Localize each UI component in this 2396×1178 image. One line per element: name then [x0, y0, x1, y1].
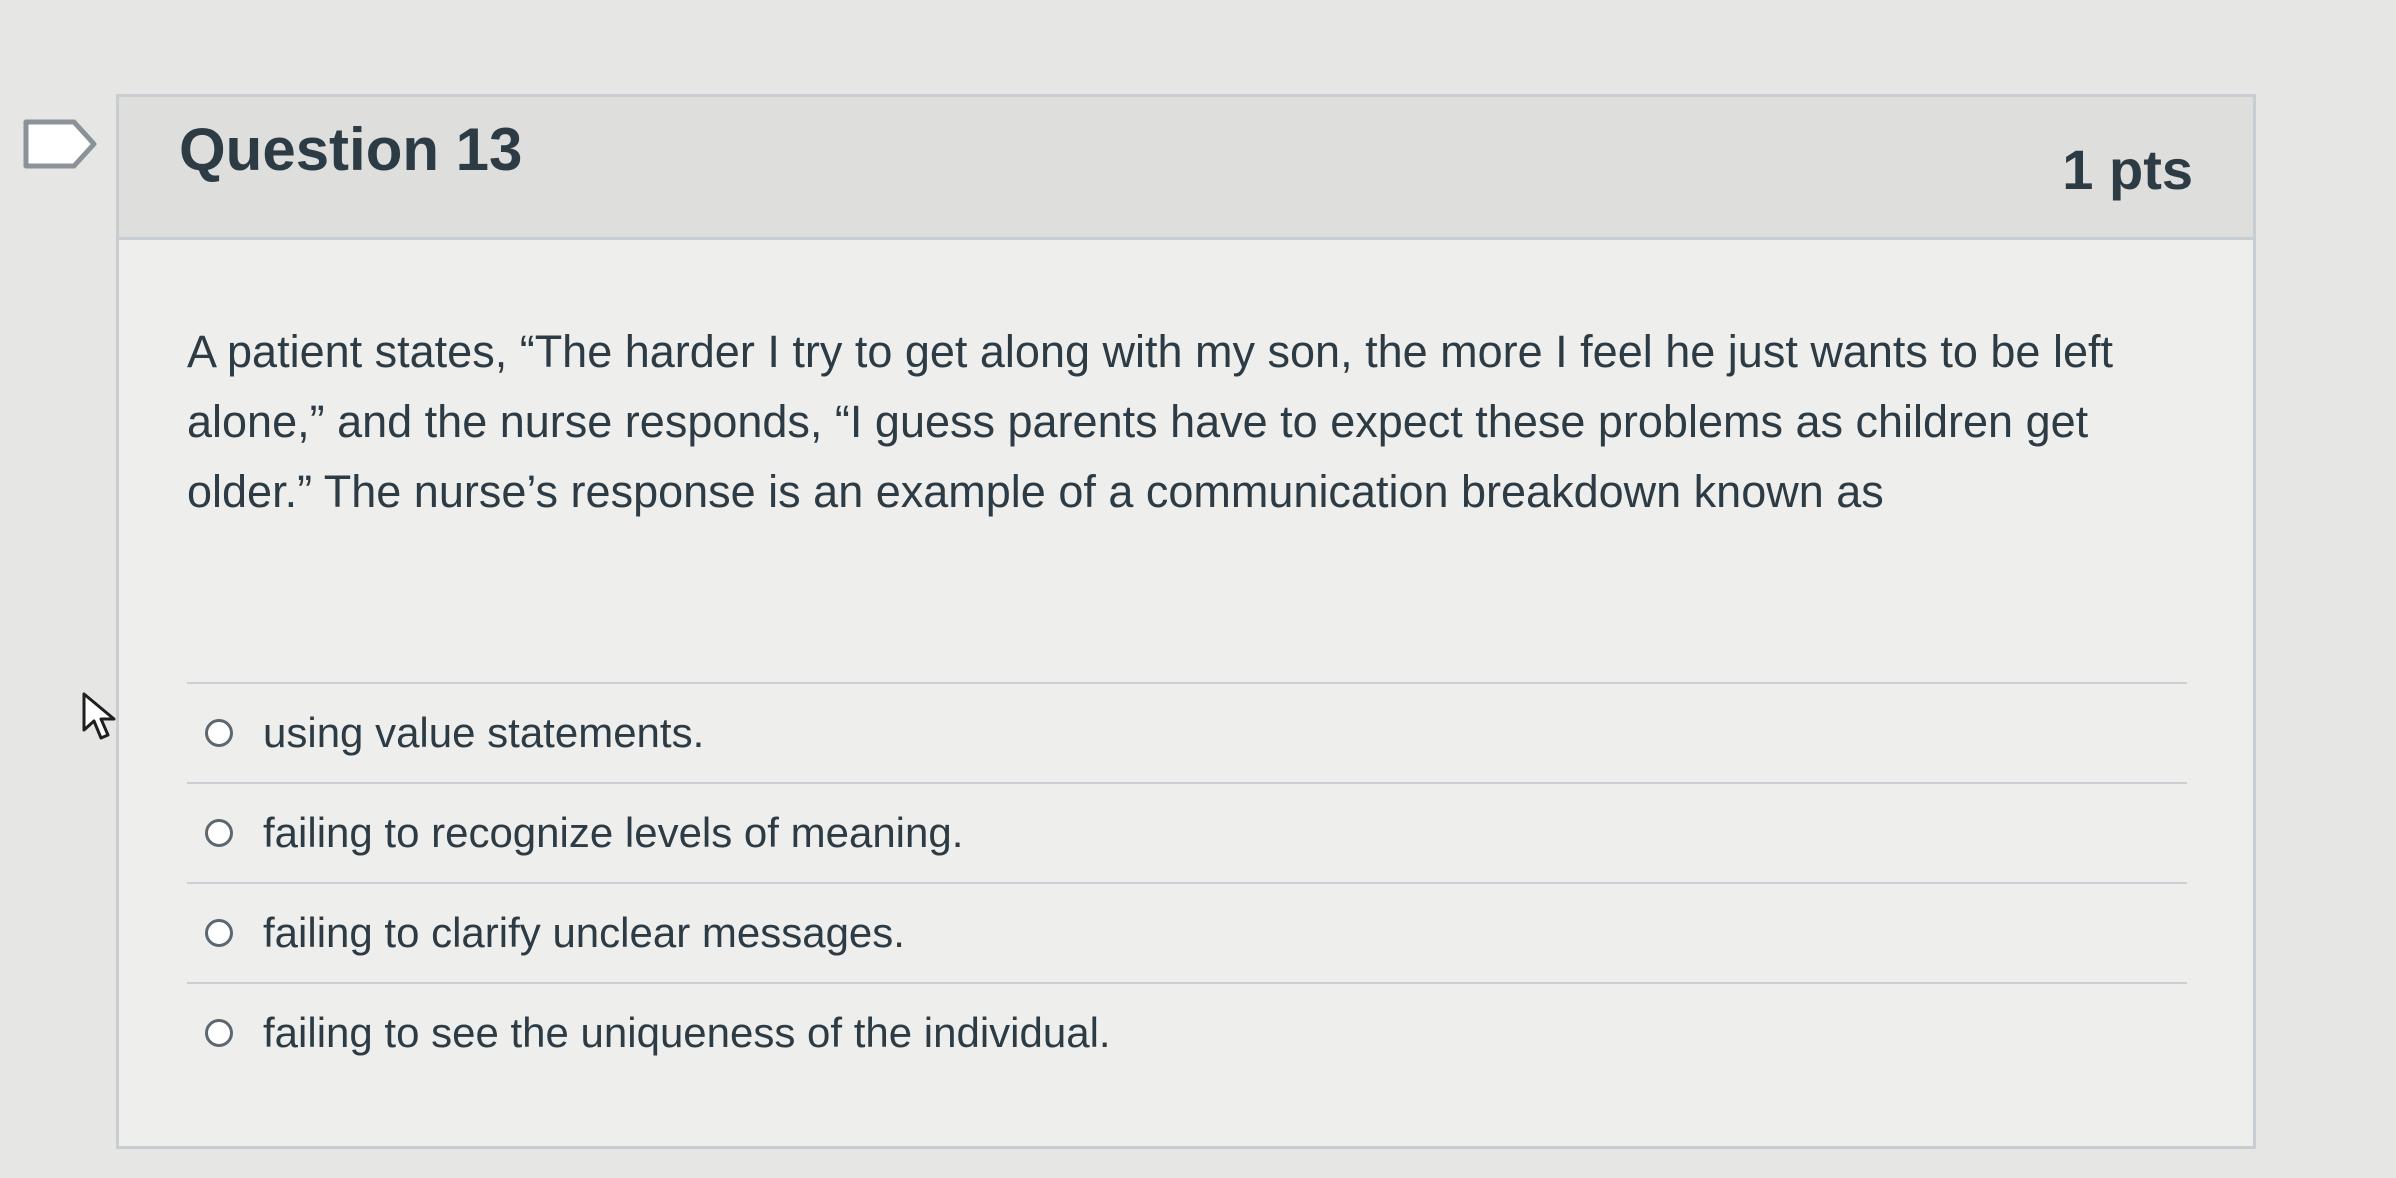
- question-header: Question 13 1 pts: [119, 97, 2253, 240]
- radio-button[interactable]: [205, 819, 233, 847]
- radio-button[interactable]: [205, 719, 233, 747]
- question-points: 1 pts: [2062, 138, 2193, 201]
- answer-label[interactable]: using value statements.: [263, 709, 704, 757]
- answer-label[interactable]: failing to see the uniqueness of the ind…: [263, 1009, 1111, 1057]
- answer-option-4[interactable]: failing to see the uniqueness of the ind…: [187, 982, 2187, 1082]
- answer-option-1[interactable]: using value statements.: [187, 682, 2187, 782]
- answer-label[interactable]: failing to recognize levels of meaning.: [263, 809, 963, 857]
- answer-option-2[interactable]: failing to recognize levels of meaning.: [187, 782, 2187, 882]
- flag-question-icon[interactable]: [22, 118, 98, 170]
- question-title: Question 13: [179, 116, 523, 183]
- radio-button[interactable]: [205, 919, 233, 947]
- question-card: Question 13 1 pts A patient states, “The…: [116, 94, 2256, 1149]
- answer-label[interactable]: failing to clarify unclear messages.: [263, 909, 905, 957]
- radio-button[interactable]: [205, 1019, 233, 1047]
- mouse-pointer-icon: [82, 692, 116, 740]
- question-text: A patient states, “The harder I try to g…: [187, 326, 2113, 517]
- answer-list: using value statements. failing to recog…: [187, 682, 2187, 1082]
- answer-option-3[interactable]: failing to clarify unclear messages.: [187, 882, 2187, 982]
